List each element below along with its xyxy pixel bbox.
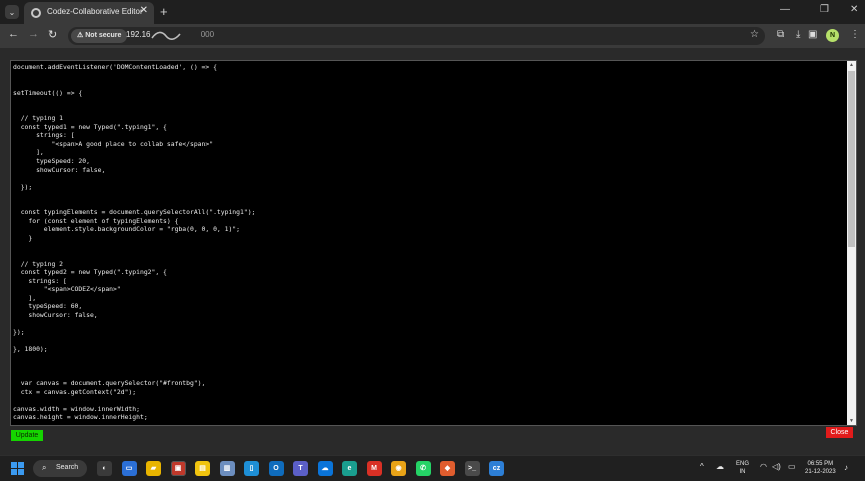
taskbar-app-gmail-icon[interactable]: M: [366, 461, 382, 476]
reload-button[interactable]: ↻: [48, 28, 57, 41]
taskbar-app-git-gui-icon[interactable]: ◆: [440, 461, 455, 476]
taskbar-app-whatsapp-icon[interactable]: ✆: [415, 461, 431, 476]
taskbar-app-phone-link-icon[interactable]: ▯: [244, 461, 259, 476]
tab-codez[interactable]: Codez-Collaborative Editor ✕: [24, 2, 154, 24]
clock-time: 06:55 PM: [807, 461, 834, 467]
browser-toolbar: ← → ↻ ⚠ Not secure 192.16 000 ☆ ⧉ ⤓ ▣ N …: [0, 24, 865, 48]
search-label: Search: [56, 464, 79, 471]
page-content: document.addEventListener('DOMContentLoa…: [0, 48, 865, 455]
taskbar-app-teams-icon[interactable]: T: [293, 461, 308, 476]
tab-search-button[interactable]: ⌄: [5, 5, 19, 19]
close-button[interactable]: Close: [826, 427, 853, 438]
search-icon: ⌕: [42, 463, 47, 472]
weather-icon[interactable]: ☁: [716, 462, 724, 471]
wifi-icon[interactable]: ◠: [760, 462, 767, 471]
language-indicator[interactable]: ENG IN: [736, 460, 749, 476]
forward-button[interactable]: →: [28, 28, 39, 40]
battery-icon[interactable]: ▭: [788, 462, 796, 471]
clock[interactable]: 06:55 PM 21-12-2023: [805, 460, 836, 476]
clock-date: 21-12-2023: [805, 469, 836, 475]
bookmark-star-icon[interactable]: ☆: [750, 29, 759, 40]
windows-logo-icon: [11, 462, 17, 468]
taskbar-app-codez-icon[interactable]: cz: [489, 461, 504, 476]
window-close-button[interactable]: ✕: [850, 4, 858, 15]
new-tab-button[interactable]: +: [160, 4, 168, 19]
scroll-down-icon[interactable]: ▼: [849, 418, 854, 424]
taskbar-app-file-explorer-icon[interactable]: ▰: [146, 461, 161, 476]
profile-avatar[interactable]: N: [826, 29, 839, 42]
not-secure-chip[interactable]: ⚠ Not secure: [71, 29, 128, 43]
code-text[interactable]: document.addEventListener('DOMContentLoa…: [13, 63, 843, 425]
address-bar[interactable]: ⚠ Not secure 192.16 000 ☆: [68, 27, 765, 45]
update-button[interactable]: Update: [11, 430, 43, 441]
start-button[interactable]: [11, 462, 24, 475]
taskbar-app-sticky-notes-icon[interactable]: ▤: [195, 461, 210, 476]
editor-scrollbar[interactable]: ▲ ▼: [847, 61, 856, 425]
windows-taskbar: ⌕ Search ◐ ▭ ▰ ▣ ▤ ▥ ▯ O T ☁ e M ◉ ✆ ◆ >_ cz ^ ☁ ENG IN …: [0, 455, 865, 481]
security-label: Not secure: [85, 32, 122, 39]
taskbar-app-copilot-icon[interactable]: ◐: [97, 461, 112, 476]
downloads-icon[interactable]: ⤓: [796, 29, 800, 40]
taskbar-app-terminal-icon[interactable]: >_: [464, 461, 480, 476]
notifications-icon[interactable]: ♪: [844, 463, 848, 472]
minimize-button[interactable]: —: [780, 4, 790, 15]
taskbar-app-edge-icon[interactable]: e: [342, 461, 357, 476]
taskbar-app-onedrive-icon[interactable]: ☁: [317, 461, 333, 476]
taskbar-app-notepad-icon[interactable]: ▥: [219, 461, 235, 476]
volume-icon[interactable]: ◁): [772, 462, 781, 471]
kebab-menu-icon[interactable]: ⋮: [850, 29, 860, 40]
taskbar-search[interactable]: ⌕ Search: [33, 460, 87, 477]
taskbar-app-snipping-tool-icon[interactable]: ▣: [170, 461, 186, 476]
taskbar-app-task-view-icon[interactable]: ▭: [121, 461, 137, 476]
scroll-up-icon[interactable]: ▲: [849, 62, 854, 68]
back-button[interactable]: ←: [8, 28, 19, 40]
extensions-icon[interactable]: ⧉: [777, 29, 784, 40]
browser-tab-strip: ⌄ Codez-Collaborative Editor ✕ + — ❐ ✕: [0, 0, 865, 24]
taskbar-app-outlook-icon[interactable]: O: [268, 461, 284, 476]
tab-close-icon[interactable]: ✕: [140, 5, 148, 16]
warning-icon: ⚠: [77, 32, 84, 39]
scrollbar-thumb[interactable]: [848, 71, 855, 247]
globe-icon: [31, 8, 41, 18]
tab-title: Codez-Collaborative Editor: [47, 7, 143, 16]
restore-button[interactable]: ❐: [820, 4, 829, 15]
side-panel-icon[interactable]: ▣: [808, 29, 817, 40]
code-editor[interactable]: document.addEventListener('DOMContentLoa…: [10, 60, 857, 426]
taskbar-app-chrome-icon[interactable]: ◉: [391, 461, 406, 476]
tray-overflow-icon[interactable]: ^: [700, 462, 704, 471]
redacted-url-scribble: [151, 31, 181, 40]
